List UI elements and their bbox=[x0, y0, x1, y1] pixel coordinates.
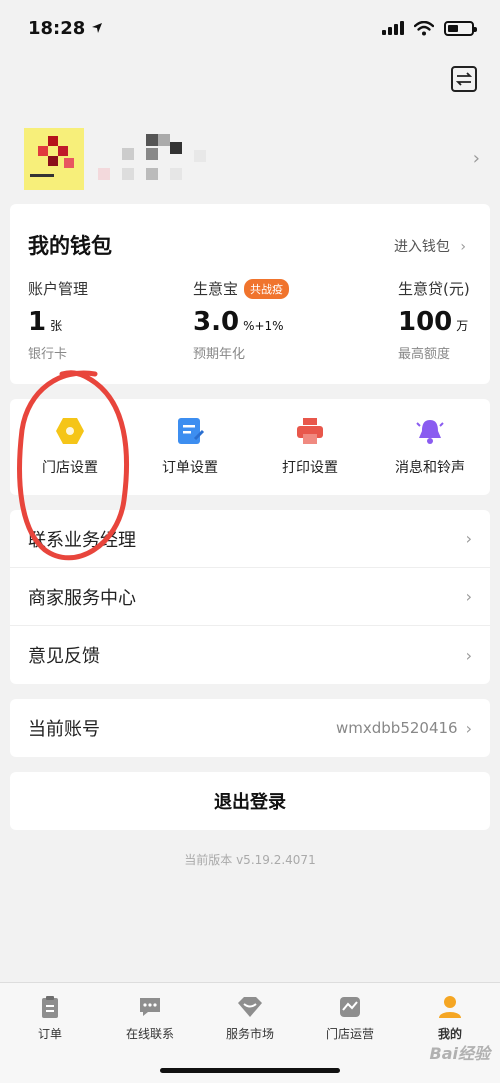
tab-label: 订单 bbox=[37, 1027, 62, 1041]
clipboard-icon bbox=[42, 996, 58, 1018]
shortcut-label: 打印设置 bbox=[282, 460, 338, 476]
bell-icon bbox=[416, 420, 444, 444]
status-time: 18:28 bbox=[28, 18, 103, 39]
chat-icon bbox=[140, 998, 160, 1016]
store-name-blurred bbox=[96, 134, 216, 184]
home-indicator[interactable] bbox=[160, 1068, 340, 1073]
wallet-col-label: 生意宝 共战疫 bbox=[193, 278, 290, 299]
wallet-col-label: 生意贷(元) bbox=[398, 280, 470, 298]
tab-label: 门店运营 bbox=[325, 1027, 374, 1041]
print-settings-button[interactable]: 打印设置 bbox=[250, 399, 370, 495]
enter-wallet-link[interactable]: 进入钱包 › bbox=[394, 236, 466, 256]
person-icon bbox=[439, 996, 461, 1018]
message-ringtone-button[interactable]: 消息和铃声 bbox=[370, 399, 490, 495]
shortcuts-card: 门店设置 订单设置 打印设置 消息和铃声 bbox=[10, 399, 490, 495]
wallet-shengyibao[interactable]: 生意宝 共战疫 3.0 %+1% 预期年化 bbox=[193, 278, 290, 362]
menu-label: 联系业务经理 bbox=[28, 529, 136, 551]
account-label: 当前账号 bbox=[28, 719, 100, 740]
feedback-row[interactable]: 意见反馈 › bbox=[10, 626, 490, 684]
chevron-right-icon: › bbox=[465, 645, 472, 665]
contact-manager-row[interactable]: 联系业务经理 › bbox=[10, 510, 490, 568]
wallet-col-sub: 预期年化 bbox=[193, 347, 246, 362]
wallet-col-label: 账户管理 bbox=[28, 280, 89, 298]
avatar bbox=[24, 128, 84, 190]
chevron-right-icon: › bbox=[460, 239, 466, 255]
tab-orders[interactable]: 订单 bbox=[0, 983, 100, 1083]
status-bar: 18:28 bbox=[0, 0, 500, 56]
shortcut-label: 消息和铃声 bbox=[395, 460, 465, 476]
cellular-signal-icon bbox=[382, 21, 404, 35]
switch-account-button[interactable] bbox=[451, 66, 477, 92]
store-settings-button[interactable]: 门店设置 bbox=[10, 399, 130, 495]
chevron-right-icon: › bbox=[465, 587, 472, 606]
printer-icon bbox=[297, 418, 323, 444]
shortcut-label: 订单设置 bbox=[162, 460, 218, 476]
status-time-text: 18:28 bbox=[28, 17, 86, 39]
shortcut-label: 门店设置 bbox=[42, 460, 98, 476]
tab-label: 在线联系 bbox=[125, 1027, 174, 1041]
promo-badge: 共战疫 bbox=[244, 278, 290, 299]
profile-header[interactable]: › bbox=[10, 128, 490, 190]
menu-list: 联系业务经理 › 商家服务中心 › 意见反馈 › bbox=[10, 510, 490, 684]
chart-icon bbox=[340, 997, 360, 1017]
watermark: Bai经验 bbox=[429, 1044, 490, 1063]
wallet-title: 我的钱包 bbox=[28, 234, 112, 258]
version-text: 当前版本 v5.19.2.4071 bbox=[184, 853, 316, 867]
menu-label: 商家服务中心 bbox=[28, 587, 136, 609]
logout-button[interactable]: 退出登录 bbox=[10, 772, 490, 830]
order-settings-button[interactable]: 订单设置 bbox=[130, 399, 250, 495]
wallet-col-value: 100 万 bbox=[398, 307, 469, 337]
battery-icon bbox=[444, 20, 477, 36]
wallet-col-sub: 最高额度 bbox=[398, 347, 451, 362]
chevron-right-icon: › bbox=[472, 148, 480, 169]
wifi-icon bbox=[414, 20, 434, 35]
wallet-col-value: 1张 bbox=[28, 307, 63, 337]
enter-wallet-label: 进入钱包 bbox=[393, 239, 450, 255]
market-icon bbox=[238, 997, 262, 1017]
account-value: wmxdbb520416 › bbox=[336, 718, 472, 738]
wallet-col-sub: 银行卡 bbox=[28, 347, 68, 362]
merchant-service-row[interactable]: 商家服务中心 › bbox=[10, 568, 490, 626]
tab-label: 服务市场 bbox=[225, 1027, 274, 1041]
tab-mine[interactable]: 我的 bbox=[400, 983, 500, 1083]
wallet-col-value: 3.0 %+1% bbox=[193, 307, 284, 337]
wallet-card: 我的钱包 进入钱包 › 账户管理 1张 银行卡 生意宝 共战疫 3.0 %+1% … bbox=[10, 204, 490, 384]
swap-arrows-icon bbox=[456, 72, 472, 86]
battery-level bbox=[448, 24, 458, 32]
menu-label: 意见反馈 bbox=[28, 646, 100, 667]
location-arrow-icon bbox=[92, 23, 103, 33]
wallet-loan[interactable]: 生意贷(元) 100 万 最高额度 bbox=[398, 278, 470, 362]
current-account-row[interactable]: 当前账号 wmxdbb520416 › bbox=[10, 699, 490, 757]
wallet-account-management[interactable]: 账户管理 1张 银行卡 bbox=[28, 278, 88, 362]
status-icons bbox=[382, 20, 477, 36]
chevron-right-icon: › bbox=[465, 529, 472, 548]
store-settings-icon bbox=[56, 418, 84, 444]
order-settings-icon bbox=[178, 418, 205, 444]
chevron-right-icon: › bbox=[465, 718, 472, 738]
